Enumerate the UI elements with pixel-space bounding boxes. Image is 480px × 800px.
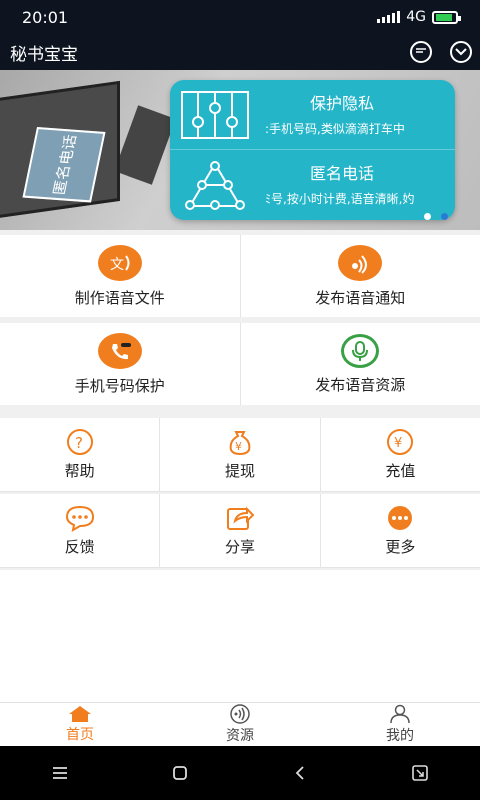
home-nav-icon[interactable]	[150, 758, 210, 788]
share-icon	[224, 504, 256, 532]
feedback-button[interactable]: 反馈	[0, 494, 161, 568]
chevron-down-icon[interactable]	[450, 41, 472, 63]
banner-row-anonymous: 匿名电话 ﾐ号,按小时计费,语音清晰,妁	[170, 150, 455, 220]
tab-profile-label: 我的	[386, 728, 414, 744]
signal-icon	[377, 11, 401, 23]
microphone-icon	[341, 333, 380, 368]
more-icon	[384, 504, 416, 532]
svg-text:?: ?	[75, 434, 83, 452]
svg-text:文: 文	[110, 257, 124, 273]
quick-grid-row-2: 反馈 分享 更多	[0, 494, 480, 568]
quick-grid-row-1: ? 帮助 ¥ 提现 ¥ 充值	[0, 418, 480, 492]
banner-title-privacy: 保护隐私	[310, 94, 375, 113]
battery-icon	[432, 10, 461, 24]
svg-text:¥: ¥	[235, 440, 242, 453]
status-bar: 20:01 4G	[0, 0, 480, 34]
carousel-dot[interactable]	[424, 213, 431, 220]
make-voice-file-button[interactable]: 文 制作语音文件	[0, 235, 241, 317]
make-voice-file-label: 制作语音文件	[74, 288, 165, 307]
svg-text:¥: ¥	[394, 436, 402, 451]
publish-voice-notice-button[interactable]: 发布语音通知	[241, 235, 480, 317]
banner-desc-anonymous: ﾐ号,按小时计费,语音清晰,妁	[265, 192, 415, 206]
tab-home[interactable]: 首页	[0, 703, 160, 746]
tab-home-label: 首页	[66, 727, 94, 743]
system-nav-bar	[0, 746, 480, 800]
app-title: 秘书宝宝	[10, 44, 78, 65]
banner-row-privacy: 保护隐私 :手机号码,类似滴滴打车中	[170, 80, 455, 150]
help-label: 帮助	[64, 462, 95, 480]
broadcast-icon	[338, 244, 383, 281]
home-icon	[69, 706, 91, 722]
carousel-indicator	[424, 213, 448, 220]
publish-voice-resource-label: 发布语音资源	[315, 375, 406, 394]
withdraw-label: 提现	[224, 462, 255, 480]
banner-desc-privacy: :手机号码,类似滴滴打车中	[265, 122, 405, 136]
feature-row-top: 文 制作语音文件 发布语音通知	[0, 235, 480, 317]
help-icon: ?	[64, 428, 96, 456]
share-button[interactable]: 分享	[160, 494, 321, 568]
tab-resources-label: 资源	[226, 728, 254, 744]
publish-voice-notice-label: 发布语音通知	[315, 288, 406, 307]
more-label: 更多	[385, 538, 416, 556]
banner-feature-card: 保护隐私 :手机号码,类似滴滴打车中 匿名电话 ﾐ号,按小时计费,语音清晰,妁	[170, 80, 455, 220]
resource-icon	[230, 704, 250, 724]
feature-row-mid: 手机号码保护 发布语音资源	[0, 323, 480, 405]
network-triangle-icon	[185, 161, 245, 210]
voice-text-icon: 文	[97, 244, 142, 281]
phone-protect-label: 手机号码保护	[74, 376, 165, 395]
recharge-icon: ¥	[384, 428, 416, 456]
help-button[interactable]: ? 帮助	[0, 418, 161, 492]
banner-carousel[interactable]: 匿名电话 保护隐私 :手机号码,类似滴滴打车中 匿名电话 ﾐ号,按小时计费,语音…	[0, 70, 480, 230]
publish-voice-resource-button[interactable]: 发布语音资源	[241, 323, 480, 405]
banner-decoration	[114, 105, 176, 185]
status-time: 20:01	[22, 7, 69, 27]
share-label: 分享	[224, 538, 255, 556]
feedback-icon	[64, 504, 96, 532]
screenshot-icon[interactable]	[390, 758, 450, 788]
more-button[interactable]: 更多	[320, 494, 480, 568]
recharge-label: 充值	[385, 462, 416, 480]
tab-profile[interactable]: 我的	[320, 703, 480, 746]
menu-icon[interactable]	[30, 758, 90, 788]
profile-icon	[390, 704, 410, 724]
network-type: 4G	[406, 9, 426, 25]
tab-resources[interactable]: 资源	[160, 703, 320, 746]
phone-mask-icon	[97, 332, 142, 369]
withdraw-button[interactable]: ¥ 提现	[160, 418, 321, 492]
bottom-tab-bar: 首页 资源 我的	[0, 702, 480, 746]
feedback-label: 反馈	[64, 538, 95, 556]
book-cover-text: 匿名电话	[22, 127, 106, 203]
content-empty-area	[0, 570, 480, 702]
back-icon[interactable]	[270, 758, 330, 788]
carousel-dot-active[interactable]	[441, 213, 448, 220]
money-bag-icon: ¥	[224, 428, 256, 456]
status-indicators: 4G	[377, 9, 461, 25]
message-icon[interactable]	[410, 41, 432, 63]
recharge-button[interactable]: ¥ 充值	[320, 418, 480, 492]
equalizer-icon	[181, 91, 249, 139]
banner-book-image: 匿名电话	[0, 80, 120, 220]
phone-protect-button[interactable]: 手机号码保护	[0, 323, 241, 405]
app-header: 秘书宝宝	[0, 34, 480, 70]
banner-title-anonymous: 匿名电话	[310, 164, 375, 183]
